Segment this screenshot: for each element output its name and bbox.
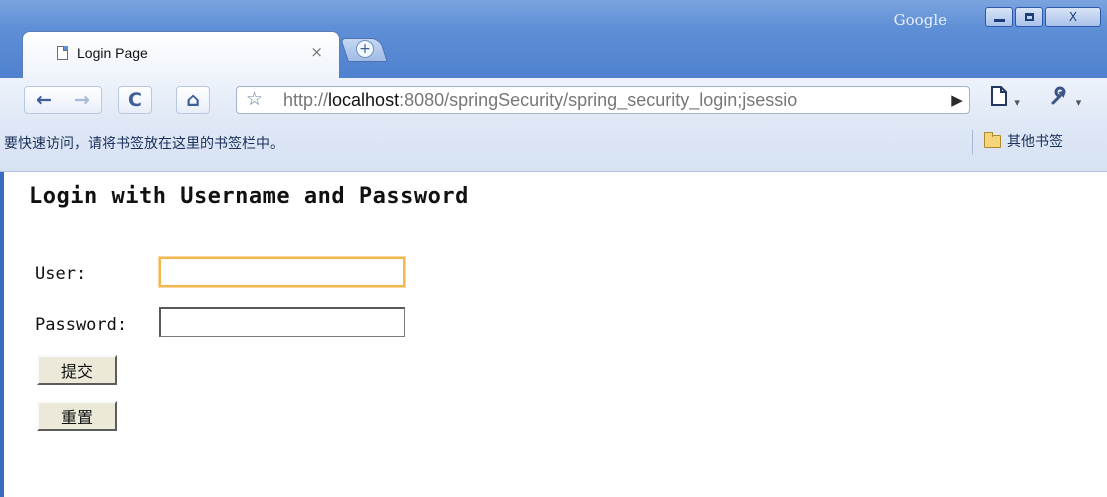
maximize-icon bbox=[1024, 13, 1034, 21]
bookmarks-hint: 要快速访问，请将书签放在这里的书签栏中。 bbox=[4, 136, 284, 152]
address-bar[interactable]: ☆ http://localhost:8080/springSecurity/s… bbox=[236, 86, 970, 114]
brand-label: Google bbox=[893, 11, 947, 29]
forward-button[interactable]: → bbox=[63, 87, 101, 113]
password-label: Password: bbox=[35, 315, 128, 335]
page-title: Login with Username and Password bbox=[29, 184, 469, 209]
url-host: localhost bbox=[328, 90, 400, 110]
page-content: Login with Username and Password User: P… bbox=[4, 172, 1107, 497]
home-button[interactable]: ⌂ bbox=[176, 86, 210, 114]
tab-close-icon[interactable]: × bbox=[310, 43, 323, 61]
back-button[interactable]: ← bbox=[25, 87, 63, 113]
wrench-menu-button[interactable]: ▾ bbox=[1050, 86, 1081, 111]
submit-button[interactable]: 提交 bbox=[37, 355, 117, 385]
password-input[interactable] bbox=[159, 307, 405, 337]
browser-window: Google X Login Page × + ← → C ⌂ ☆ http:/… bbox=[0, 0, 1107, 497]
tab-title: Login Page bbox=[77, 45, 148, 61]
reload-button[interactable]: C bbox=[118, 86, 152, 114]
reset-button[interactable]: 重置 bbox=[37, 401, 117, 431]
other-bookmarks-button[interactable]: 其他书签 bbox=[984, 131, 1063, 151]
page-icon bbox=[57, 46, 68, 60]
play-icon: ▶ bbox=[951, 91, 963, 109]
minimize-button[interactable] bbox=[985, 7, 1013, 27]
maximize-button[interactable] bbox=[1015, 7, 1043, 27]
new-tab-icon[interactable]: + bbox=[356, 40, 374, 58]
close-icon: X bbox=[1068, 10, 1078, 24]
url-text[interactable]: http://localhost:8080/springSecurity/spr… bbox=[283, 90, 797, 111]
bookmark-star-icon[interactable]: ☆ bbox=[246, 88, 263, 110]
wrench-icon bbox=[1050, 86, 1076, 111]
toolbar: ← → C ⌂ ☆ http://localhost:8080/springSe… bbox=[0, 78, 1107, 122]
chevron-down-icon: ▾ bbox=[1075, 96, 1082, 109]
back-forward-group: ← → bbox=[24, 86, 102, 114]
username-input[interactable] bbox=[159, 257, 405, 287]
go-button[interactable]: ▶ bbox=[944, 86, 970, 114]
url-prefix: http:// bbox=[283, 90, 329, 110]
chevron-down-icon: ▾ bbox=[1014, 96, 1020, 109]
reload-icon: C bbox=[128, 89, 142, 111]
other-bookmarks-label: 其他书签 bbox=[1007, 134, 1063, 150]
folder-icon bbox=[984, 131, 1001, 148]
window-controls: X bbox=[985, 7, 1101, 27]
url-path: :8080/springSecurity/spring_security_log… bbox=[399, 90, 798, 110]
page-icon bbox=[990, 86, 1014, 111]
home-icon: ⌂ bbox=[186, 89, 200, 111]
close-window-button[interactable]: X bbox=[1045, 7, 1101, 27]
user-label: User: bbox=[35, 264, 87, 284]
bookmarks-bar: 要快速访问，请将书签放在这里的书签栏中。 其他书签 bbox=[0, 122, 1107, 172]
minimize-icon bbox=[993, 18, 1005, 22]
tab-login-page[interactable]: Login Page × bbox=[22, 31, 340, 78]
divider bbox=[972, 130, 973, 154]
page-menu-button[interactable]: ▾ bbox=[990, 86, 1020, 111]
